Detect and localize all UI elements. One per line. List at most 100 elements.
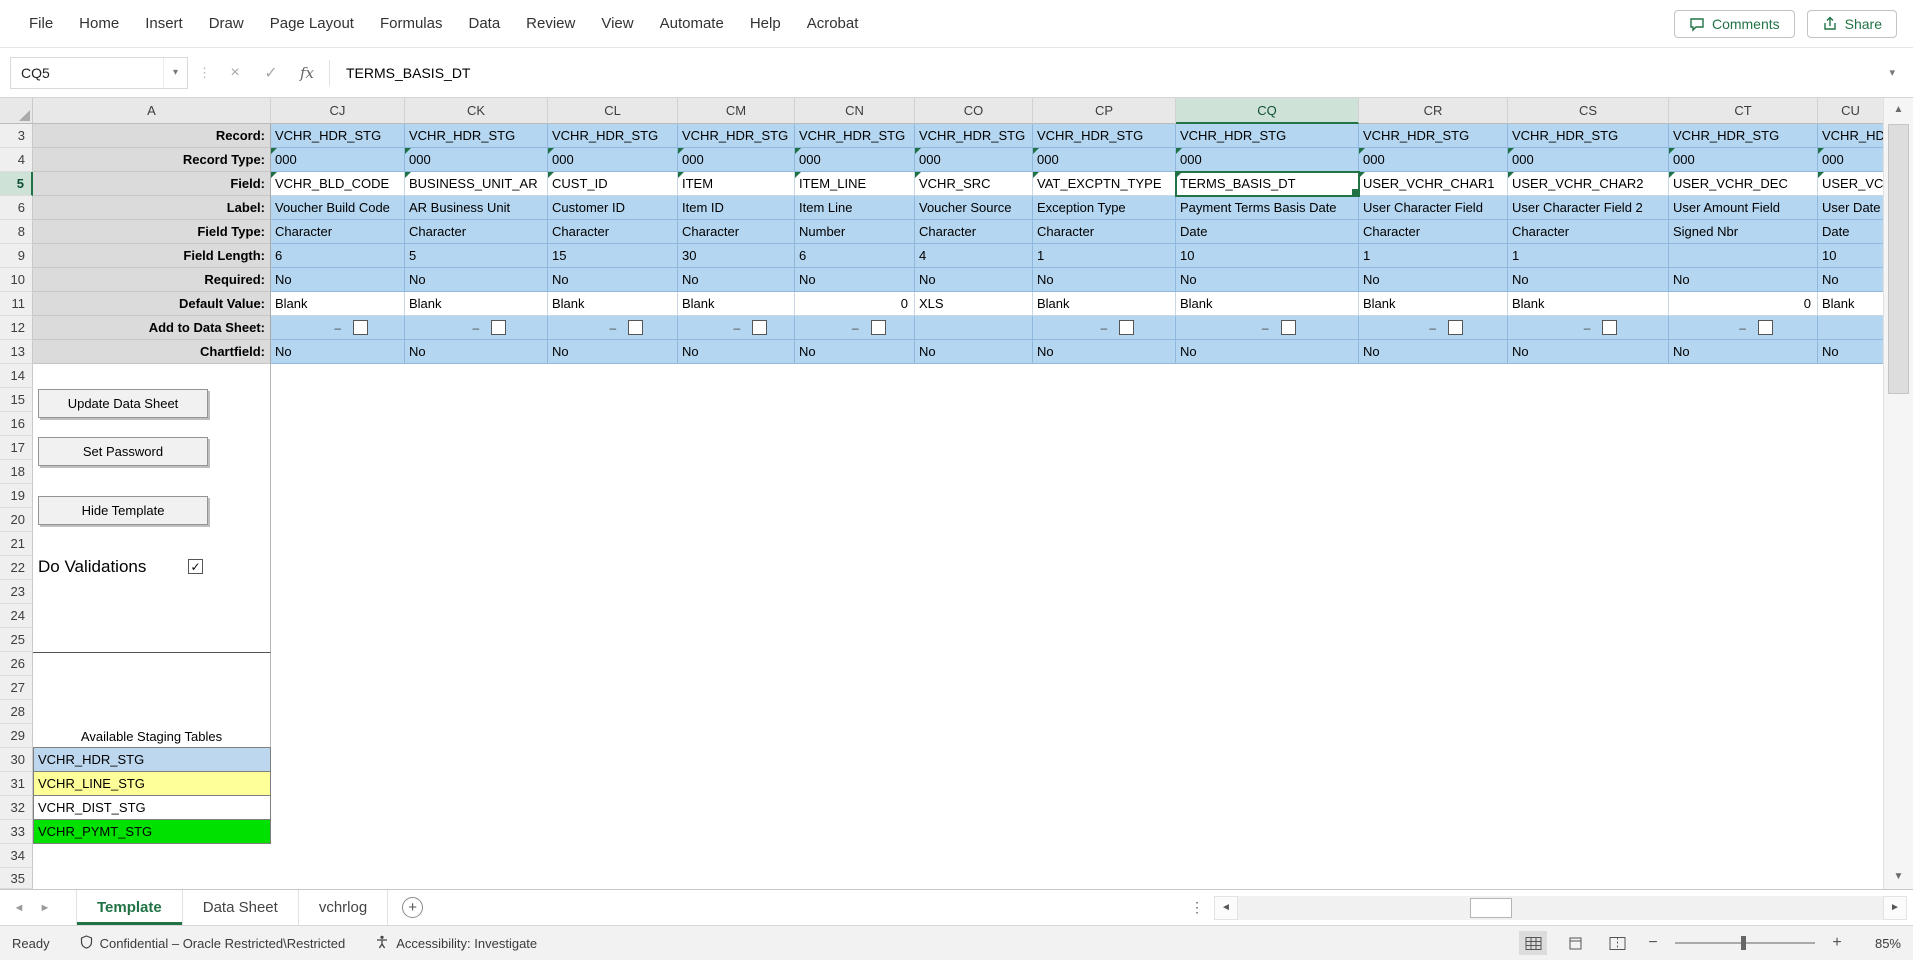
cell-A28[interactable] bbox=[33, 700, 271, 724]
cell-CK13[interactable]: No bbox=[405, 340, 548, 364]
cell-CL4[interactable]: 000 bbox=[548, 148, 678, 172]
cell-CJ8[interactable]: Character bbox=[271, 220, 405, 244]
empty-cells-row-14[interactable] bbox=[271, 364, 1884, 388]
cell-A17[interactable]: Set Password bbox=[33, 436, 271, 460]
row-header-20[interactable]: 20 bbox=[0, 508, 33, 532]
cell-CK4[interactable]: 000 bbox=[405, 148, 548, 172]
cell-A19[interactable]: Hide Template bbox=[33, 484, 271, 508]
cell-CK8[interactable]: Character bbox=[405, 220, 548, 244]
zoom-out-button[interactable]: − bbox=[1645, 934, 1661, 952]
cell-CR12[interactable]: – bbox=[1359, 316, 1508, 340]
row-header-19[interactable]: 19 bbox=[0, 484, 33, 508]
cell-CL13[interactable]: No bbox=[548, 340, 678, 364]
cell-CL11[interactable]: Blank bbox=[548, 292, 678, 316]
row-header-26[interactable]: 26 bbox=[0, 652, 33, 676]
cell-CS12[interactable]: – bbox=[1508, 316, 1669, 340]
menu-insert[interactable]: Insert bbox=[132, 15, 196, 32]
row-header-13[interactable]: 13 bbox=[0, 340, 33, 364]
tab-template[interactable]: Template bbox=[76, 890, 183, 925]
cell-CQ12[interactable]: – bbox=[1176, 316, 1359, 340]
column-header-CT[interactable]: CT bbox=[1669, 98, 1818, 124]
view-page-layout-button[interactable] bbox=[1561, 931, 1589, 955]
row-header-14[interactable]: 14 bbox=[0, 364, 33, 388]
cell-CT5[interactable]: USER_VCHR_DEC bbox=[1669, 172, 1818, 196]
cell-CR8[interactable]: Character bbox=[1359, 220, 1508, 244]
row-header-32[interactable]: 32 bbox=[0, 796, 33, 820]
cell-CN6[interactable]: Item Line bbox=[795, 196, 915, 220]
column-header-CM[interactable]: CM bbox=[678, 98, 795, 124]
add-to-data-sheet-checkbox-CQ[interactable] bbox=[1281, 320, 1296, 335]
cell-CQ6[interactable]: Payment Terms Basis Date bbox=[1176, 196, 1359, 220]
cell-CT4[interactable]: 000 bbox=[1669, 148, 1818, 172]
cell-CS10[interactable]: No bbox=[1508, 268, 1669, 292]
menu-file[interactable]: File bbox=[16, 15, 66, 32]
cell-CJ4[interactable]: 000 bbox=[271, 148, 405, 172]
cell-CM5[interactable]: ITEM bbox=[678, 172, 795, 196]
cell-CQ9[interactable]: 10 bbox=[1176, 244, 1359, 268]
cell-A14[interactable] bbox=[33, 364, 271, 388]
empty-cells-row-15[interactable] bbox=[271, 388, 1884, 412]
empty-cells-row-17[interactable] bbox=[271, 436, 1884, 460]
column-header-CS[interactable]: CS bbox=[1508, 98, 1669, 124]
sheet-nav-right-icon[interactable]: ► bbox=[32, 890, 58, 925]
row-header-6[interactable]: 6 bbox=[0, 196, 33, 220]
cell-CO12[interactable] bbox=[915, 316, 1033, 340]
cell-CT10[interactable]: No bbox=[1669, 268, 1818, 292]
menu-page-layout[interactable]: Page Layout bbox=[257, 15, 367, 32]
cell-CL5[interactable]: CUST_ID bbox=[548, 172, 678, 196]
menu-view[interactable]: View bbox=[588, 15, 646, 32]
cell-CN4[interactable]: 000 bbox=[795, 148, 915, 172]
row-header-8[interactable]: 8 bbox=[0, 220, 33, 244]
cell-CL12[interactable]: – bbox=[548, 316, 678, 340]
cell-CJ13[interactable]: No bbox=[271, 340, 405, 364]
add-to-data-sheet-checkbox-CP[interactable] bbox=[1119, 320, 1134, 335]
sensitivity-label[interactable]: Confidential – Oracle Restricted\Restric… bbox=[80, 935, 346, 952]
column-header-CU[interactable]: CU bbox=[1818, 98, 1884, 124]
cell-A21[interactable] bbox=[33, 532, 271, 556]
cell-CU6[interactable]: User Date bbox=[1818, 196, 1884, 220]
column-header-A[interactable]: A bbox=[33, 98, 271, 124]
cell-CS4[interactable]: 000 bbox=[1508, 148, 1669, 172]
row-header-16[interactable]: 16 bbox=[0, 412, 33, 436]
cell-CS13[interactable]: No bbox=[1508, 340, 1669, 364]
cell-CJ9[interactable]: 6 bbox=[271, 244, 405, 268]
cell-CT6[interactable]: User Amount Field bbox=[1669, 196, 1818, 220]
cell-CU3[interactable]: VCHR_HDR_S bbox=[1818, 124, 1884, 148]
column-header-CK[interactable]: CK bbox=[405, 98, 548, 124]
row-header-10[interactable]: 10 bbox=[0, 268, 33, 292]
empty-cells-row-34[interactable] bbox=[271, 844, 1884, 868]
scroll-down-icon[interactable]: ▼ bbox=[1884, 865, 1913, 887]
view-page-break-button[interactable] bbox=[1603, 931, 1631, 955]
cell-CJ10[interactable]: No bbox=[271, 268, 405, 292]
add-to-data-sheet-checkbox-CT[interactable] bbox=[1758, 320, 1773, 335]
column-header-CJ[interactable]: CJ bbox=[271, 98, 405, 124]
cell-CK6[interactable]: AR Business Unit bbox=[405, 196, 548, 220]
cell-CP4[interactable]: 000 bbox=[1033, 148, 1176, 172]
empty-cells-row-30[interactable] bbox=[271, 748, 1884, 772]
comments-button[interactable]: Comments bbox=[1674, 10, 1795, 38]
cell-CM9[interactable]: 30 bbox=[678, 244, 795, 268]
empty-cells-row-26[interactable] bbox=[271, 652, 1884, 676]
column-header-CR[interactable]: CR bbox=[1359, 98, 1508, 124]
cell-CL9[interactable]: 15 bbox=[548, 244, 678, 268]
cell-CS9[interactable]: 1 bbox=[1508, 244, 1669, 268]
cell-A24[interactable] bbox=[33, 604, 271, 628]
add-to-data-sheet-checkbox-CR[interactable] bbox=[1448, 320, 1463, 335]
view-normal-button[interactable] bbox=[1519, 931, 1547, 955]
set-password-button[interactable]: Set Password bbox=[38, 437, 208, 466]
cell-CR4[interactable]: 000 bbox=[1359, 148, 1508, 172]
insert-function-icon[interactable]: fx bbox=[293, 64, 321, 82]
zoom-slider-thumb[interactable] bbox=[1741, 936, 1746, 950]
cell-CO9[interactable]: 4 bbox=[915, 244, 1033, 268]
cell-CP10[interactable]: No bbox=[1033, 268, 1176, 292]
add-to-data-sheet-checkbox-CJ[interactable] bbox=[353, 320, 368, 335]
column-header-CP[interactable]: CP bbox=[1033, 98, 1176, 124]
add-to-data-sheet-checkbox-CS[interactable] bbox=[1602, 320, 1617, 335]
row-header-11[interactable]: 11 bbox=[0, 292, 33, 316]
cell-CM13[interactable]: No bbox=[678, 340, 795, 364]
cell-CU12[interactable] bbox=[1818, 316, 1884, 340]
row-header-29[interactable]: 29 bbox=[0, 724, 33, 748]
row-header-21[interactable]: 21 bbox=[0, 532, 33, 556]
cell-A22[interactable]: Do Validations✓ bbox=[33, 556, 271, 580]
cell-CP11[interactable]: Blank bbox=[1033, 292, 1176, 316]
